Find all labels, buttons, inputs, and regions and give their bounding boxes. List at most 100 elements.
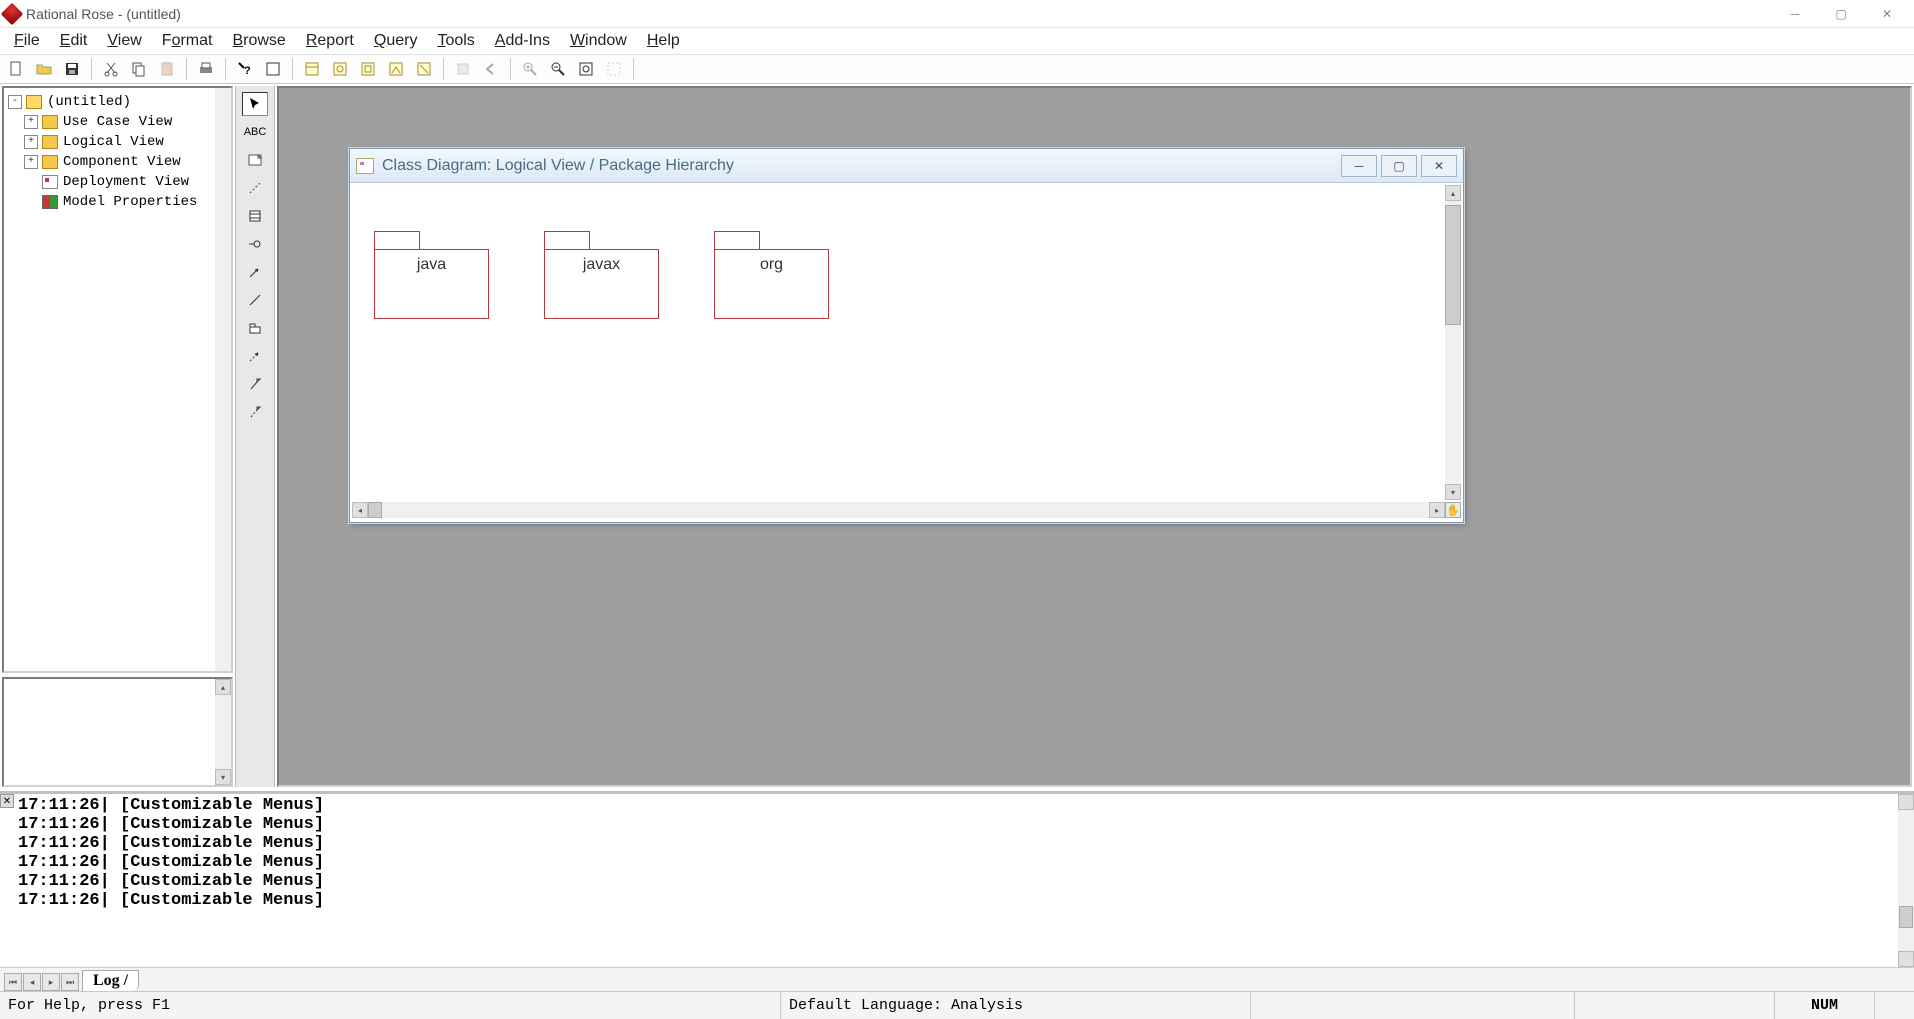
diagram-canvas[interactable]: java javax org: [352, 185, 1445, 500]
menu-format[interactable]: Format: [152, 30, 223, 52]
scroll-thumb[interactable]: [368, 502, 382, 518]
menu-report[interactable]: Report: [296, 30, 364, 52]
menu-addins[interactable]: Add-Ins: [485, 30, 560, 52]
realize-tool[interactable]: [242, 400, 268, 424]
nav-back-button[interactable]: [479, 57, 503, 81]
browse-class-button[interactable]: [261, 57, 285, 81]
text-tool[interactable]: ABC: [242, 120, 268, 144]
interface-tool[interactable]: [242, 232, 268, 256]
save-button[interactable]: [60, 57, 84, 81]
tab-nav-first[interactable]: ⏮: [4, 973, 22, 991]
documentation-panel[interactable]: ▴ ▾: [2, 677, 233, 787]
close-button[interactable]: ✕: [1864, 0, 1910, 28]
tree-item-logical[interactable]: + Logical View: [24, 132, 227, 152]
zoom-in-button[interactable]: [518, 57, 542, 81]
association-tool[interactable]: [242, 288, 268, 312]
diagram-1-button[interactable]: [300, 57, 324, 81]
scroll-up-icon[interactable]: ▴: [215, 679, 231, 695]
log-output[interactable]: 17:11:26| [Customizable Menus] 17:11:26|…: [0, 794, 1914, 967]
menu-view[interactable]: View: [97, 30, 151, 52]
folder-icon: [42, 135, 58, 149]
copy-button[interactable]: [127, 57, 151, 81]
note-tool[interactable]: [242, 148, 268, 172]
doc-scrollbar[interactable]: ▴ ▾: [215, 679, 231, 785]
status-help: For Help, press F1: [0, 992, 780, 1019]
canvas-vscrollbar[interactable]: ▴ ▾: [1445, 185, 1461, 500]
tree-root[interactable]: - (untitled): [8, 92, 227, 112]
menu-browse[interactable]: Browse: [222, 30, 295, 52]
diagram-2-button[interactable]: [328, 57, 352, 81]
tree-item-component[interactable]: + Component View: [24, 152, 227, 172]
scroll-thumb[interactable]: [1445, 205, 1461, 325]
unidir-assoc-tool[interactable]: [242, 260, 268, 284]
scroll-right-icon[interactable]: ▸: [1429, 502, 1445, 518]
scroll-down-icon[interactable]: [1898, 951, 1914, 967]
mdi-minimize-button[interactable]: ─: [1341, 155, 1377, 177]
scroll-up-icon[interactable]: [1898, 794, 1914, 810]
model-browser[interactable]: - (untitled) + Use Case View + Logical V…: [2, 86, 233, 673]
browser-scrollbar[interactable]: [215, 88, 231, 671]
pan-hand-icon[interactable]: ✋: [1445, 502, 1461, 518]
folder-icon: [42, 155, 58, 169]
expand-icon[interactable]: +: [24, 115, 38, 129]
scroll-up-icon[interactable]: ▴: [1445, 185, 1461, 201]
menu-help[interactable]: Help: [637, 30, 690, 52]
log-scrollbar[interactable]: [1898, 794, 1914, 967]
scroll-down-icon[interactable]: ▾: [1445, 484, 1461, 500]
context-help-button[interactable]: ?: [233, 57, 257, 81]
nav-up-button[interactable]: [451, 57, 475, 81]
dependency-tool[interactable]: [242, 344, 268, 368]
diagram-4-button[interactable]: [384, 57, 408, 81]
expand-icon[interactable]: +: [24, 155, 38, 169]
zoom-out-button[interactable]: [546, 57, 570, 81]
paste-button[interactable]: [155, 57, 179, 81]
log-tab[interactable]: Log /: [82, 970, 139, 991]
diagram-5-button[interactable]: [412, 57, 436, 81]
tab-nav-last[interactable]: ⏭: [61, 973, 79, 991]
package-java[interactable]: java: [374, 231, 489, 319]
zoom-fit-button[interactable]: [574, 57, 598, 81]
tree-item-usecase[interactable]: + Use Case View: [24, 112, 227, 132]
scroll-down-icon[interactable]: ▾: [215, 769, 231, 785]
scroll-thumb[interactable]: [1899, 906, 1913, 928]
menu-window[interactable]: Window: [560, 30, 637, 52]
menu-edit[interactable]: Edit: [50, 30, 98, 52]
mdi-close-button[interactable]: ✕: [1421, 155, 1457, 177]
cut-button[interactable]: [99, 57, 123, 81]
menu-tools[interactable]: Tools: [427, 30, 484, 52]
log-close-button[interactable]: ✕: [0, 794, 14, 808]
print-button[interactable]: [194, 57, 218, 81]
package-javax[interactable]: javax: [544, 231, 659, 319]
tab-nav-next[interactable]: ▸: [42, 973, 60, 991]
collapse-icon[interactable]: -: [8, 95, 22, 109]
diagram-titlebar[interactable]: Class Diagram: Logical View / Package Hi…: [350, 149, 1463, 183]
scroll-left-icon[interactable]: ◂: [352, 502, 368, 518]
new-button[interactable]: [4, 57, 28, 81]
tree-item-deployment[interactable]: Deployment View: [24, 172, 227, 192]
canvas-hscrollbar[interactable]: ◂ ▸: [352, 502, 1445, 518]
minimize-button[interactable]: ─: [1772, 0, 1818, 28]
tree-item-label: Deployment View: [63, 174, 189, 190]
package-label: org: [760, 256, 783, 274]
mdi-maximize-button[interactable]: ▢: [1381, 155, 1417, 177]
menu-file[interactable]: File: [4, 30, 50, 52]
package-org[interactable]: org: [714, 231, 829, 319]
statusbar: For Help, press F1 Default Language: Ana…: [0, 991, 1914, 1019]
diagram-3-button[interactable]: [356, 57, 380, 81]
open-button[interactable]: [32, 57, 56, 81]
anchor-tool[interactable]: [242, 176, 268, 200]
tree-item-properties[interactable]: Model Properties: [24, 192, 227, 212]
maximize-button[interactable]: ▢: [1818, 0, 1864, 28]
package-tool[interactable]: [242, 316, 268, 340]
class-diagram-window[interactable]: Class Diagram: Logical View / Package Hi…: [349, 148, 1464, 523]
generalization-tool[interactable]: [242, 372, 268, 396]
menu-query[interactable]: Query: [364, 30, 428, 52]
expand-icon[interactable]: +: [24, 135, 38, 149]
tab-nav-prev[interactable]: ◂: [23, 973, 41, 991]
main-toolbar: ?: [0, 54, 1914, 84]
class-tool[interactable]: [242, 204, 268, 228]
pointer-tool[interactable]: [242, 92, 268, 116]
properties-icon: [42, 195, 58, 209]
log-panel: ✕ 17:11:26| [Customizable Menus] 17:11:2…: [0, 791, 1914, 991]
zoom-select-button[interactable]: [602, 57, 626, 81]
